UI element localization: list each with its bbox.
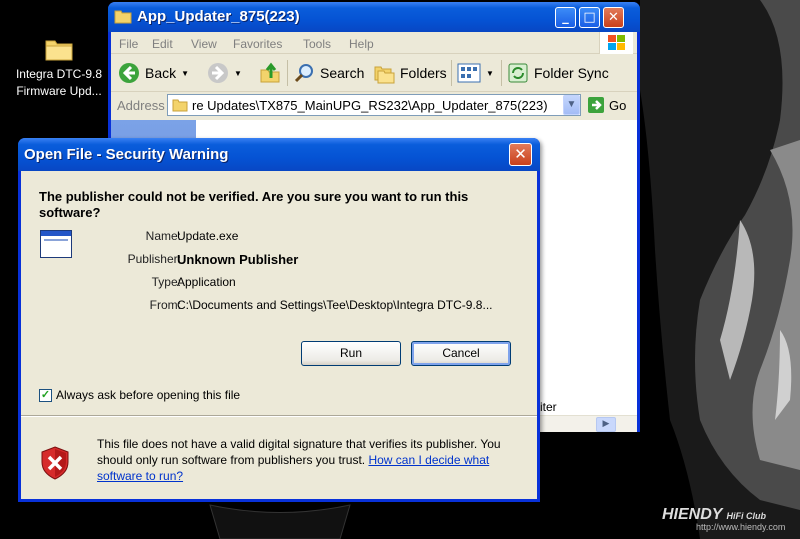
type-value: Application [177,275,236,289]
menu-edit[interactable]: Edit [152,37,173,51]
menu-tools[interactable]: Tools [303,37,331,51]
folders-button[interactable]: Folders [373,54,447,92]
folder-sync-icon [508,63,528,83]
maximize-button[interactable]: □ [579,7,600,28]
from-row: From: C:\Documents and Settings\Tee\Desk… [81,298,501,318]
security-shield-icon [41,446,69,480]
forward-button[interactable]: ▼ [207,54,242,92]
back-arrow-icon [119,63,139,83]
windows-flag-icon [608,35,625,50]
dialog-titlebar[interactable]: Open File - Security Warning ✕ [18,138,540,171]
name-label: Name: [145,229,181,243]
explorer-partial-text: iter [540,400,557,414]
application-icon [40,230,72,258]
publisher-row: Publisher: Unknown Publisher [81,252,501,272]
menu-help[interactable]: Help [349,37,374,51]
folder-icon [45,40,73,61]
from-value: C:\Documents and Settings\Tee\Desktop\In… [177,298,493,312]
security-warning-dialog: Open File - Security Warning ✕ The publi… [18,138,540,502]
explorer-toolbar: Back ▼ ▼ Search Folders ▼ Folder Sync [111,54,637,92]
go-label: Go [609,97,627,113]
cancel-button[interactable]: Cancel [411,341,511,366]
dialog-title: Open File - Security Warning [24,146,229,163]
minimize-icon: _ [562,10,569,25]
explorer-title: App_Updater_875(223) [137,8,300,25]
up-folder-button[interactable] [259,54,281,92]
watermark-club: HiFi Club [726,511,766,521]
desktop-folder-integra[interactable]: Integra DTC-9.8 Firmware Upd... [4,36,114,100]
go-arrow-icon [588,97,604,113]
dialog-body: The publisher could not be verified. Are… [21,171,537,499]
name-row: Name: Update.exe [81,229,501,249]
chevron-down-icon: ▼ [566,99,577,110]
always-ask-checkbox-row[interactable]: ✓ Always ask before opening this file [39,388,240,402]
back-label: Back [145,65,177,81]
menubar: File Edit View Favorites Tools Help [111,32,637,54]
menu-favorites[interactable]: Favorites [233,37,282,51]
windows-logo [599,32,633,54]
publisher-label: Publisher: [127,252,181,266]
address-input[interactable]: re Updates\TX875_MainUPG_RS232\App_Updat… [167,94,581,116]
search-icon [294,64,313,83]
go-button[interactable]: Go [587,96,626,114]
folders-icon [374,66,395,84]
toolbar-separator [501,60,502,86]
run-button[interactable]: Run [301,341,401,366]
address-value: re Updates\TX875_MainUPG_RS232\App_Updat… [192,97,548,113]
menu-view[interactable]: View [191,37,217,51]
folder-icon [172,99,188,112]
explorer-close-button[interactable]: ✕ [603,7,624,28]
dialog-divider [21,415,537,417]
scroll-right-button[interactable]: ▶ [596,417,616,432]
desktop-folder-label: Integra DTC-9.8 Firmware Upd... [15,67,103,98]
search-label: Search [320,65,365,81]
address-bar: Address re Updates\TX875_MainUPG_RS232\A… [111,92,637,119]
views-icon [457,63,481,83]
address-label: Address [117,98,165,113]
name-value: Update.exe [177,229,239,243]
search-button[interactable]: Search [293,54,364,92]
warning-message: This file does not have a valid digital … [97,436,517,484]
up-folder-icon [260,62,280,83]
toolbar-separator [287,60,288,86]
close-icon: ✕ [514,145,527,163]
folder-sync-label: Folder Sync [534,65,609,81]
dialog-question: The publisher could not be verified. Are… [39,189,469,220]
folder-sync-button[interactable]: Folder Sync [507,54,609,92]
address-dropdown-button[interactable]: ▼ [563,95,580,115]
views-dropdown-icon: ▼ [486,68,494,78]
type-row: Type: Application [81,275,501,295]
back-button[interactable]: Back ▼ [118,54,189,92]
watermark: HIENDY HiFi Club http://www.hiendy.com [662,506,785,532]
forward-arrow-icon [208,63,228,83]
watermark-brand: HIENDY [662,506,723,523]
chevron-right-icon: ▶ [602,419,610,429]
forward-dropdown-icon[interactable]: ▼ [234,69,242,78]
publisher-value: Unknown Publisher [177,252,299,267]
explorer-titlebar[interactable]: App_Updater_875(223) _ □ ✕ [108,2,640,32]
back-dropdown-icon[interactable]: ▼ [181,69,189,78]
always-ask-label: Always ask before opening this file [56,388,241,402]
close-icon: ✕ [608,10,619,25]
menu-file[interactable]: File [119,37,138,51]
folders-label: Folders [400,65,447,81]
watermark-url: http://www.hiendy.com [696,522,786,532]
maximize-icon: □ [583,10,596,25]
dialog-close-button[interactable]: ✕ [509,143,532,166]
views-button[interactable]: ▼ [457,54,494,92]
always-ask-checkbox[interactable]: ✓ [39,388,52,402]
toolbar-separator [451,60,452,86]
minimize-button[interactable]: _ [555,7,576,28]
folder-icon [114,10,132,24]
checkmark-icon: ✓ [40,388,51,401]
